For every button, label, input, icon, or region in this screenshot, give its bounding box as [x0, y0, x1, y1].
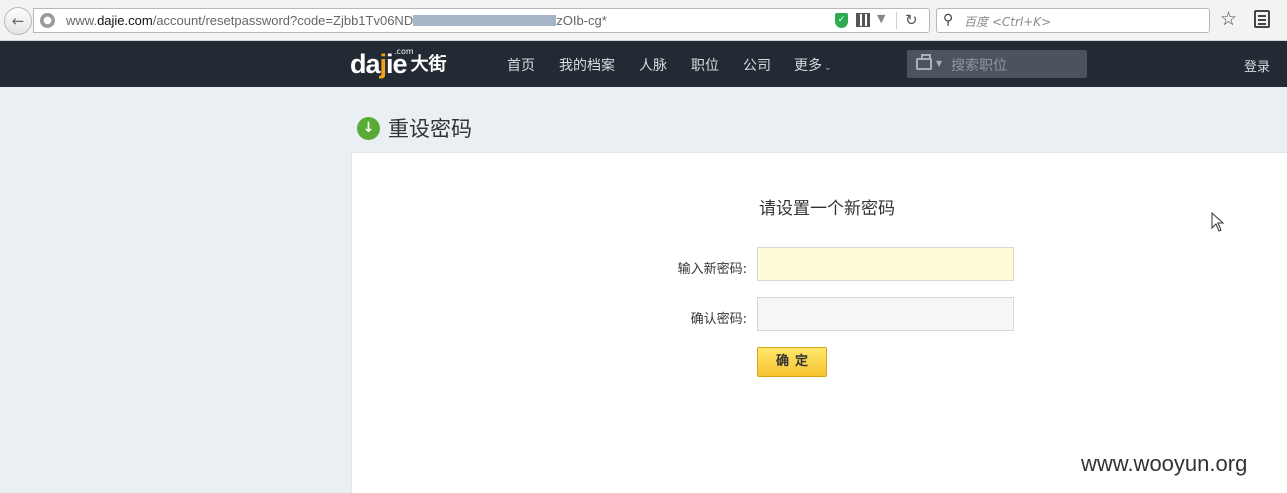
confirm-button[interactable]: 确定	[757, 347, 827, 377]
chevron-down-icon[interactable]: ▼	[936, 59, 942, 68]
url-separator	[896, 12, 897, 29]
browser-toolbar: ← ● www.dajie.com/account/resetpassword?…	[0, 0, 1287, 41]
nav-item-jobs[interactable]: 职位	[691, 55, 719, 75]
back-arrow-icon[interactable]: ←	[4, 7, 32, 35]
briefcase-icon[interactable]	[916, 54, 932, 70]
page-title: 重设密码	[388, 117, 472, 141]
watermark: www.wooyun.org	[1081, 451, 1248, 476]
chevron-down-icon[interactable]: ▼	[877, 12, 885, 25]
arrow-down-icon: ↓	[357, 116, 380, 140]
address-bar[interactable]: ● www.dajie.com/account/resetpassword?co…	[33, 8, 930, 33]
chevron-down-icon: ⌄	[824, 63, 832, 73]
url-text[interactable]: www.dajie.com/account/resetpassword?code…	[66, 13, 607, 28]
login-link[interactable]: 登录	[1244, 56, 1270, 75]
nav-item-network[interactable]: 人脉	[639, 55, 667, 75]
job-search-input[interactable]: ▼ 搜索职位	[907, 50, 1087, 78]
job-search-placeholder: 搜索职位	[951, 58, 1007, 74]
page-heading: ↓ 重设密码	[357, 114, 472, 142]
nav-item-more[interactable]: 更多 ⌄	[794, 55, 832, 75]
bookmark-star-icon[interactable]: ☆	[1220, 8, 1237, 30]
url-suffix: zOIb-cg*	[556, 13, 607, 28]
nav-item-companies[interactable]: 公司	[743, 55, 771, 75]
logo-com: .com	[394, 47, 414, 56]
reader-list-icon[interactable]	[1254, 10, 1270, 28]
reload-icon[interactable]: ↻	[905, 11, 918, 29]
shield-icon[interactable]: ✓	[835, 13, 848, 28]
confirm-password-label: 确认密码:	[690, 312, 747, 327]
new-password-input[interactable]	[757, 247, 1014, 281]
site-nav-bar: dajie .com 大街 首页 我的档案 人脉 职位 公司 更多 ⌄ ▼ 搜索职…	[0, 41, 1287, 87]
url-path: /account/resetpassword?code=Zjbb1Tv06ND	[152, 13, 414, 28]
globe-icon: ●	[40, 13, 55, 28]
qr-code-icon[interactable]	[856, 13, 870, 27]
form-title: 请设置一个新密码	[759, 199, 895, 219]
url-redaction	[413, 15, 557, 26]
nav-item-home[interactable]: 首页	[507, 55, 535, 75]
search-icon: ⚲	[943, 12, 954, 28]
url-domain: dajie.com	[97, 13, 153, 28]
new-password-label: 输入新密码:	[677, 262, 747, 277]
site-logo[interactable]: dajie .com 大街	[350, 47, 447, 78]
browser-search-placeholder: 百度 <Ctrl+K>	[964, 15, 1052, 29]
nav-item-profile[interactable]: 我的档案	[559, 55, 615, 75]
confirm-password-input[interactable]	[757, 297, 1014, 331]
logo-cn: 大街	[410, 54, 447, 75]
browser-search-input[interactable]: ⚲ 百度 <Ctrl+K>	[936, 8, 1210, 33]
